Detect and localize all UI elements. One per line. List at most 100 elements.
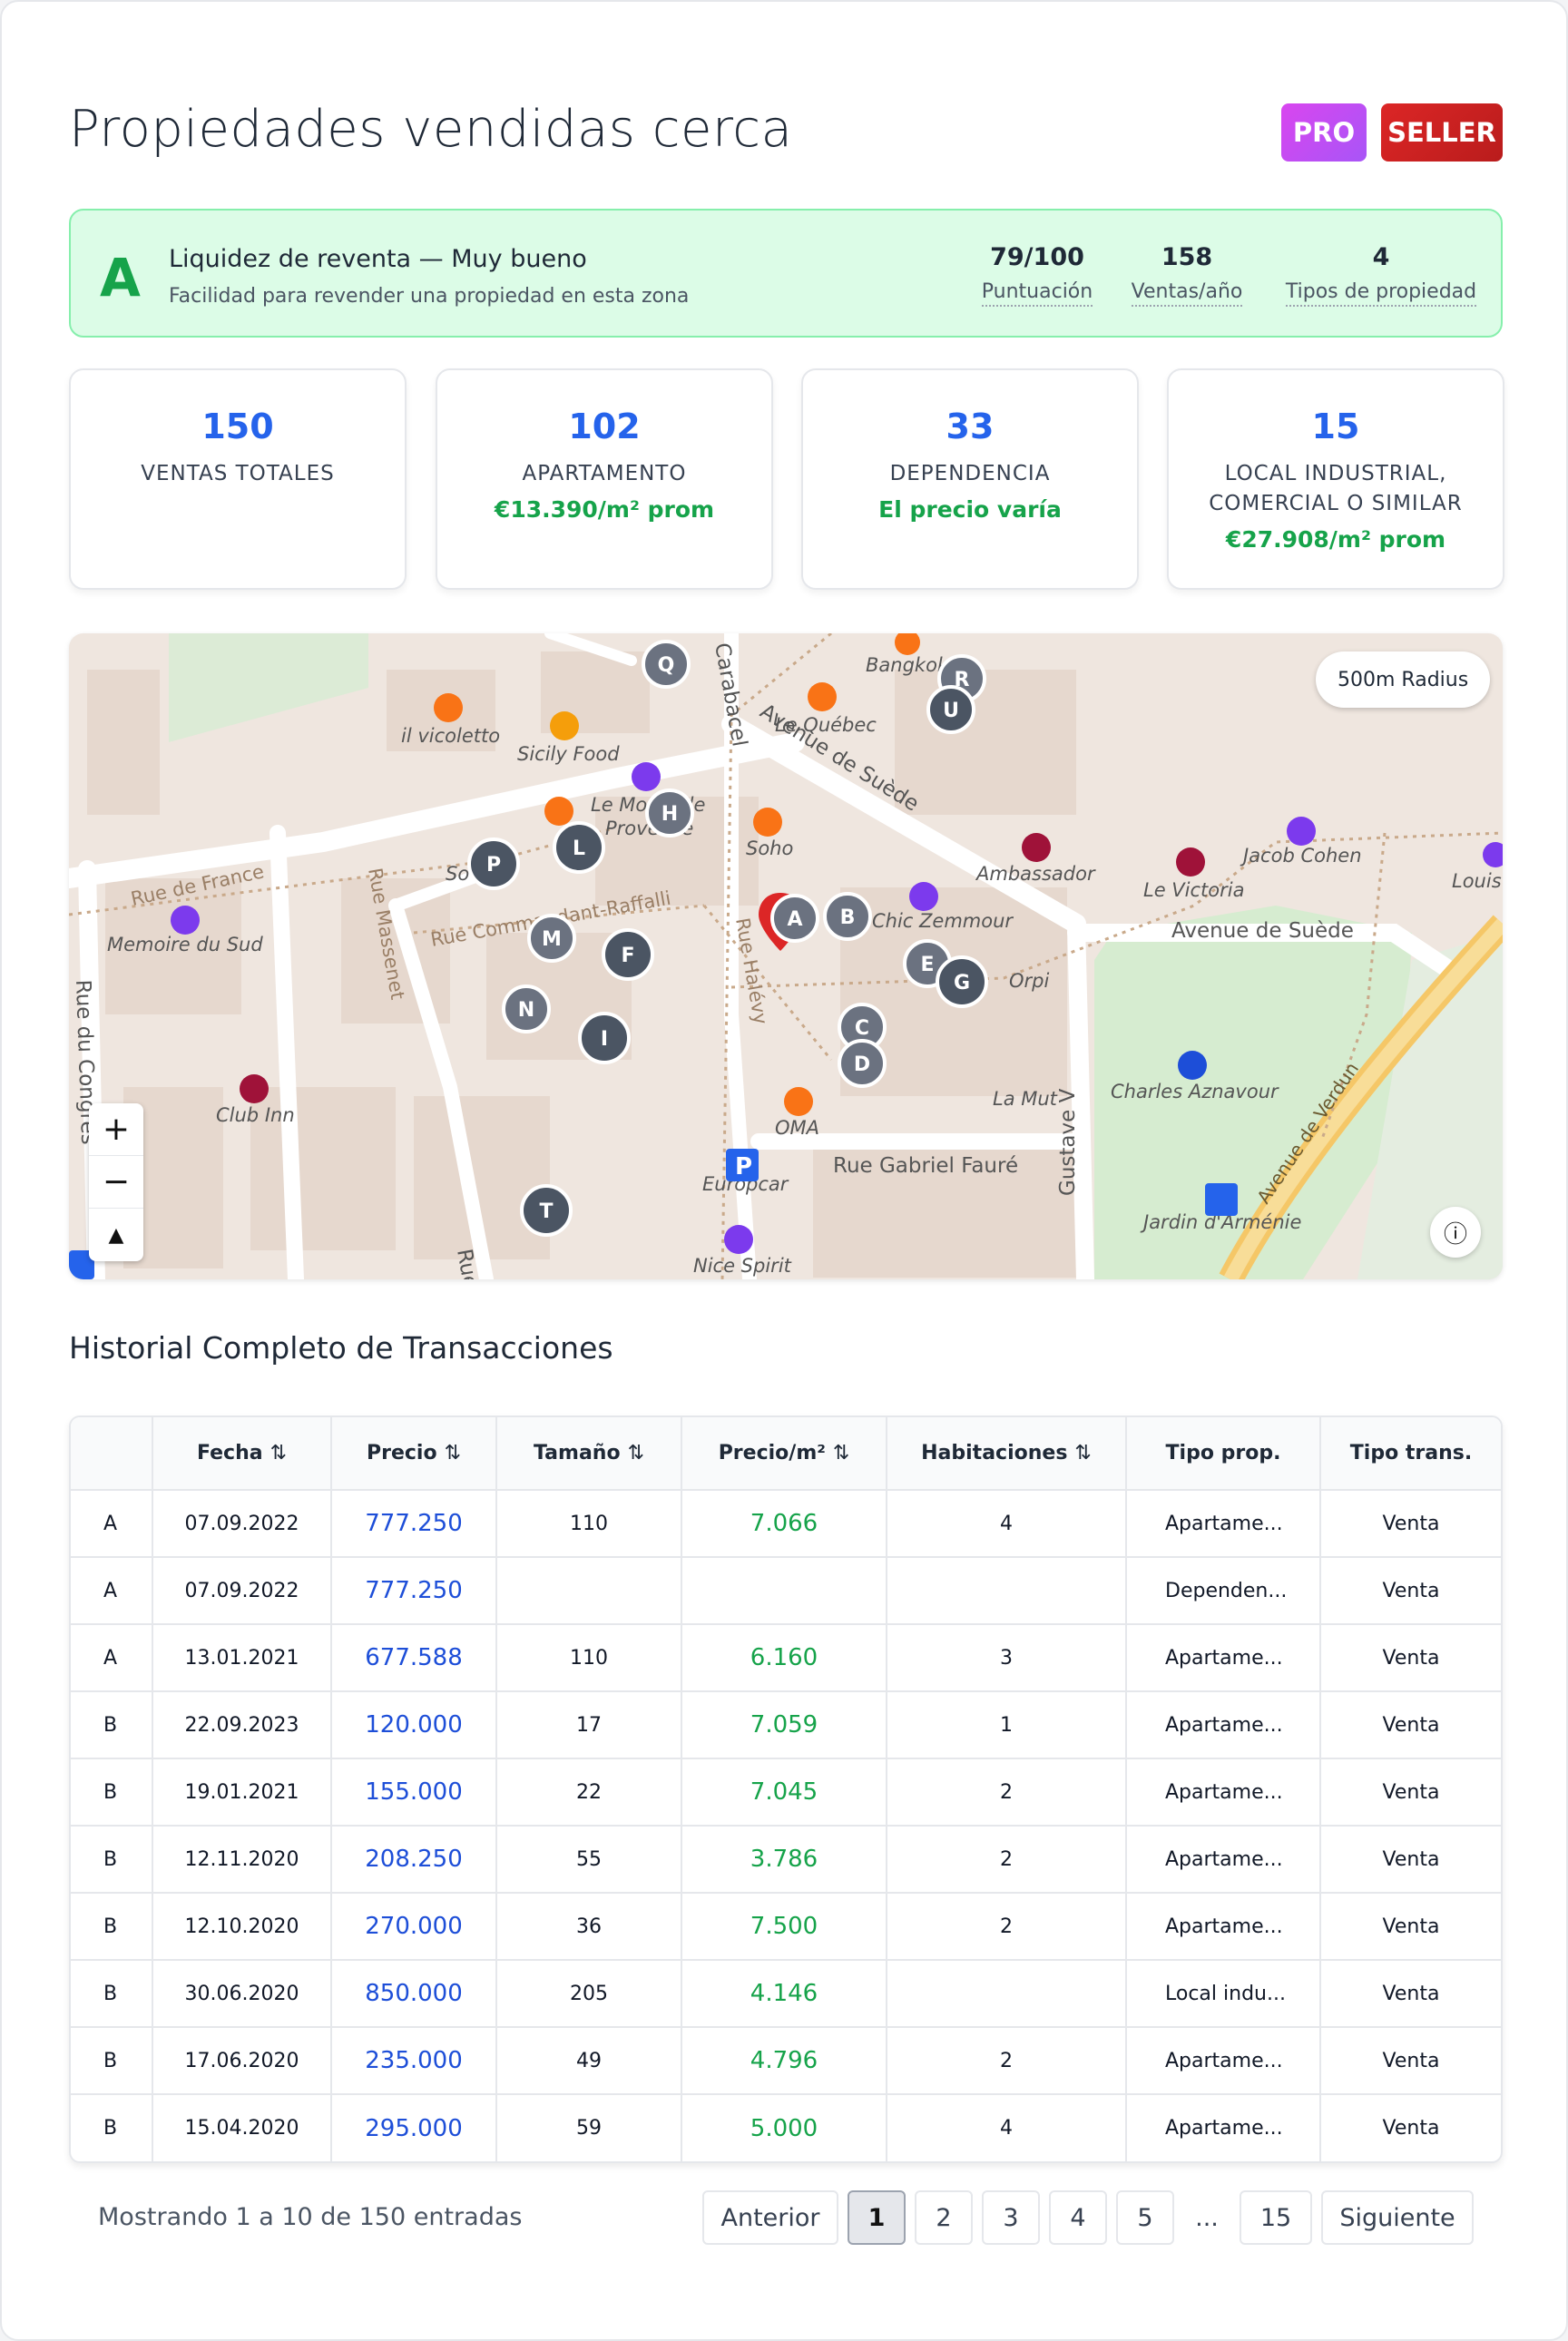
row-price: 677.588 <box>331 1624 497 1692</box>
col-tipo-trans-header: Tipo trans. <box>1320 1417 1501 1491</box>
stat-card-apartment: 102 APARTAMENTO €13.390/m² prom <box>436 368 773 590</box>
pagination-info: Mostrando 1 a 10 de 150 entradas <box>98 2203 523 2231</box>
row-price: 850.000 <box>331 1960 497 2028</box>
street-label: Avenue de Suède <box>1171 919 1354 943</box>
svg-text:G: G <box>954 972 970 994</box>
row-transaction-type: Venta <box>1320 1960 1501 2028</box>
resale-liquidity-banner: A Liquidez de reventa — Muy bueno Facili… <box>69 209 1503 338</box>
row-transaction-type: Venta <box>1320 1826 1501 1894</box>
liquidity-grade: A <box>100 247 141 309</box>
radius-label[interactable]: 500m Radius <box>1316 651 1491 708</box>
page-3-button[interactable]: 3 <box>982 2190 1040 2245</box>
page-2-button[interactable]: 2 <box>915 2190 973 2245</box>
info-icon[interactable]: ⓘ <box>1430 1207 1481 1258</box>
bar-icon <box>784 1087 813 1116</box>
col-ppm-header[interactable]: Precio/m² ⇅ <box>681 1417 887 1491</box>
shop-icon <box>724 1225 753 1254</box>
col-precio-header[interactable]: Precio ⇅ <box>331 1417 497 1491</box>
row-property-type: Apartame... <box>1126 1490 1321 1558</box>
col-fecha-header[interactable]: Fecha ⇅ <box>152 1417 332 1491</box>
sort-icon: ⇅ <box>1074 1442 1092 1464</box>
poi-label: Memoire du Sud <box>107 934 263 955</box>
row-label: B <box>71 1960 153 2028</box>
table-header-row: Fecha ⇅ Precio ⇅ Tamaño ⇅ Precio/m² ⇅ Habita… <box>71 1417 1501 1491</box>
prev-page-button[interactable]: Anterior <box>702 2190 838 2245</box>
poi-label: il vicoletto <box>401 725 500 747</box>
sales-year-tooltip-label[interactable]: Ventas/año <box>1131 280 1243 307</box>
hotel-icon <box>1022 833 1051 862</box>
zoom-in-button[interactable]: + <box>89 1103 143 1156</box>
sold-properties-card: Propiedades vendidas cerca PRO SELLER A … <box>0 0 1568 2341</box>
page-15-button[interactable]: 15 <box>1240 2190 1312 2245</box>
table-row[interactable]: A 07.09.2022 777.250 110 7.066 4 Apartame... Ve… <box>71 1490 1501 1558</box>
stat-card-total-sales: 150 VENTAS TOTALES <box>69 368 407 590</box>
page-5-button[interactable]: 5 <box>1116 2190 1174 2245</box>
row-date: 17.06.2020 <box>152 2027 332 2095</box>
zoom-out-button[interactable]: − <box>89 1156 143 1209</box>
row-size: 205 <box>496 1960 682 2028</box>
row-price: 120.000 <box>331 1691 497 1759</box>
stat-card-dependency: 33 DEPENDENCIA El precio varía <box>801 368 1139 590</box>
score-tooltip-label[interactable]: Puntuación <box>981 280 1093 307</box>
poi-label: So <box>446 863 469 885</box>
table-row[interactable]: B 22.09.2023 120.000 17 7.059 1 Apartame... Ven… <box>71 1691 1501 1759</box>
compass-icon[interactable]: ▲ <box>89 1209 143 1261</box>
col-tipo-prop-header: Tipo prop. <box>1126 1417 1321 1491</box>
marker-u: U <box>926 685 975 734</box>
map-canvas[interactable]: Rue de France Rue Massenet Rue Commandan… <box>69 633 1503 1279</box>
liquidity-property-types: 4 Tipos de propiedad <box>1278 243 1485 307</box>
table-row[interactable]: B 12.11.2020 208.250 55 3.786 2 Apartame... Ven… <box>71 1826 1501 1894</box>
row-property-type: Apartame... <box>1126 1691 1321 1759</box>
svg-text:C: C <box>855 1017 869 1040</box>
row-transaction-type: Venta <box>1382 2117 1440 2140</box>
row-price: 270.000 <box>331 1893 497 1961</box>
table-row[interactable]: B 15.04.2020 295.000 59 5.000 4 Apartame... Ven… <box>71 2094 1501 2161</box>
page-title: Propiedades vendidas cerca <box>69 100 793 159</box>
poi-label: Bangkok <box>866 654 949 676</box>
svg-text:L: L <box>573 837 585 860</box>
col-label-header <box>71 1417 153 1491</box>
poi-label: Le Québec <box>775 714 877 736</box>
svg-text:T: T <box>539 1200 553 1223</box>
row-date: 15.04.2020 <box>152 2094 332 2161</box>
shop-icon <box>632 762 661 791</box>
hotel-icon <box>1176 847 1205 877</box>
row-size: 59 <box>496 2094 682 2161</box>
page-4-button[interactable]: 4 <box>1049 2190 1107 2245</box>
zoom-controls: + − ▲ <box>89 1103 143 1261</box>
col-habitaciones-header[interactable]: Habitaciones ⇅ <box>887 1417 1127 1491</box>
row-price: 155.000 <box>331 1758 497 1827</box>
table-row[interactable]: B 12.10.2020 270.000 36 7.500 2 Apartame... Ven… <box>71 1893 1501 1961</box>
property-types-tooltip-label[interactable]: Tipos de propiedad <box>1285 280 1477 307</box>
row-size: 49 <box>496 2027 682 2095</box>
poi-label: OMA <box>775 1117 819 1139</box>
page-1-button[interactable]: 1 <box>848 2190 906 2245</box>
liquidity-title: Liquidez de reventa — Muy bueno <box>169 245 587 273</box>
row-date: 19.01.2021 <box>152 1758 332 1827</box>
row-price-per-m2: 3.786 <box>681 1826 887 1894</box>
col-tamano-header[interactable]: Tamaño ⇅ <box>496 1417 682 1491</box>
next-page-button[interactable]: Siguiente <box>1321 2190 1474 2245</box>
fastfood-icon <box>550 711 579 740</box>
row-property-type: Dependen... <box>1126 1557 1321 1625</box>
map-view[interactable]: Rue de France Rue Massenet Rue Commandan… <box>69 633 1503 1279</box>
row-date: 12.10.2020 <box>152 1893 332 1961</box>
row-price: 777.250 <box>331 1557 497 1625</box>
row-label: B <box>71 2094 153 2161</box>
table-row[interactable]: B 30.06.2020 850.000 205 4.146 Local indu... V… <box>71 1960 1501 2028</box>
row-rooms: 2 <box>887 2027 1127 2095</box>
table-row[interactable]: B 17.06.2020 235.000 49 4.796 2 Apartame... Ven… <box>71 2027 1501 2095</box>
table-row[interactable]: A 13.01.2021 677.588 110 6.160 3 Apartame... Ve… <box>71 1624 1501 1692</box>
row-size: 22 <box>496 1758 682 1827</box>
row-label: B <box>71 1826 153 1894</box>
row-transaction-type: Venta <box>1320 1691 1501 1759</box>
row-rooms: 4 <box>887 1490 1127 1558</box>
marker-p: P <box>467 837 520 890</box>
svg-text:E: E <box>920 954 934 976</box>
poi-label: Soho <box>746 837 793 859</box>
marker-b: B <box>823 892 872 941</box>
row-rooms <box>887 1960 1127 2028</box>
table-row[interactable]: A 07.09.2022 777.250 Dependen... Venta <box>71 1557 1501 1625</box>
table-row[interactable]: B 19.01.2021 155.000 22 7.045 2 Apartame... Ven… <box>71 1758 1501 1827</box>
row-date: 22.09.2023 <box>152 1691 332 1759</box>
